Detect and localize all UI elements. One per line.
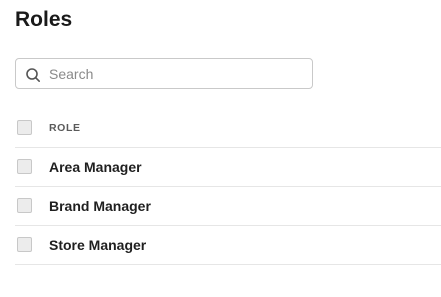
- roles-page: Roles ROLE Area Manager Brand Manager St…: [0, 0, 441, 297]
- search-input[interactable]: [49, 59, 304, 88]
- page-title: Roles: [15, 8, 73, 31]
- row-checkbox[interactable]: [17, 198, 32, 213]
- roles-table: ROLE Area Manager Brand Manager Store Ma…: [15, 109, 441, 265]
- role-name[interactable]: Area Manager: [49, 159, 142, 175]
- table-row[interactable]: Store Manager: [15, 226, 441, 265]
- role-name[interactable]: Brand Manager: [49, 198, 151, 214]
- row-checkbox[interactable]: [17, 159, 32, 174]
- select-all-checkbox[interactable]: [17, 120, 32, 135]
- row-checkbox[interactable]: [17, 237, 32, 252]
- table-row[interactable]: Brand Manager: [15, 187, 441, 226]
- table-header-row: ROLE: [15, 109, 441, 148]
- role-name[interactable]: Store Manager: [49, 237, 146, 253]
- column-header-role: ROLE: [49, 122, 81, 134]
- table-row[interactable]: Area Manager: [15, 148, 441, 187]
- search-icon: [26, 68, 40, 82]
- search-box[interactable]: [15, 58, 313, 89]
